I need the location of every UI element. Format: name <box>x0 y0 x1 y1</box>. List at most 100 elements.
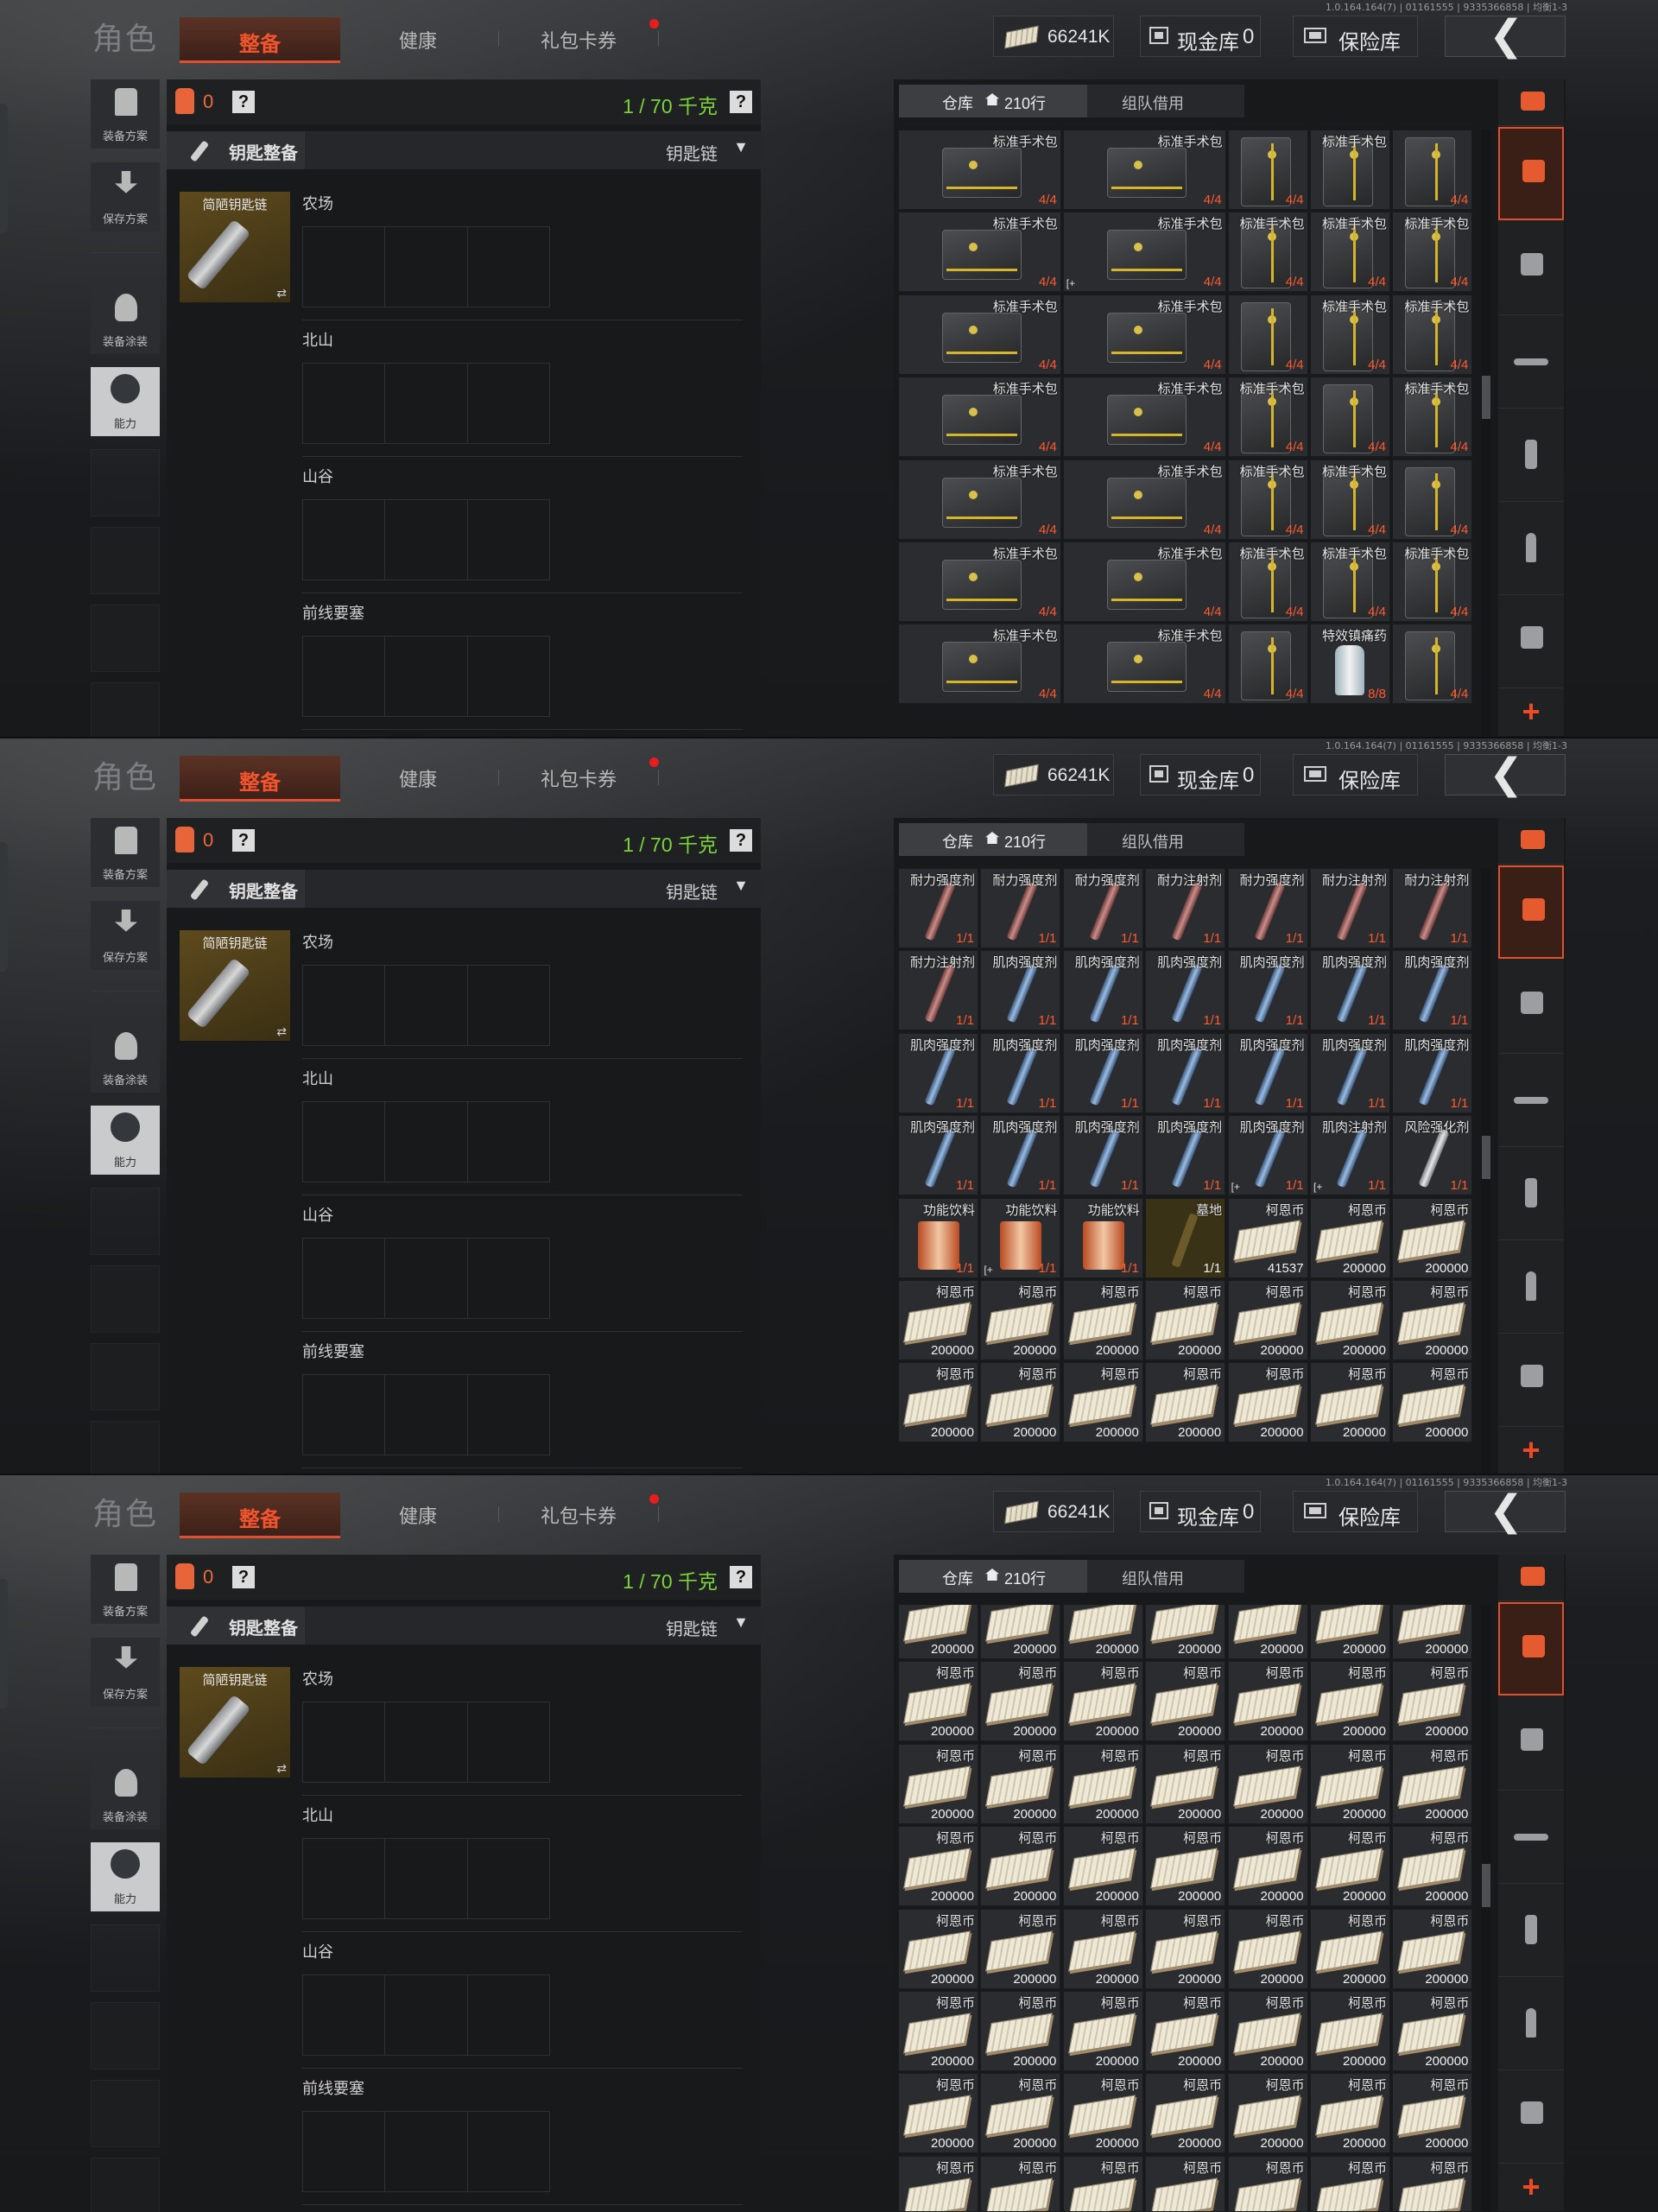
category-accessories[interactable] <box>1498 2070 1564 2164</box>
key-slot[interactable] <box>303 1839 386 1918</box>
tab-team-borrow[interactable]: 组队借用 <box>1122 830 1184 852</box>
inventory-item[interactable]: 柯恩币 200000 <box>1062 1826 1143 1907</box>
inventory-item[interactable]: 耐力强度剂 1/1 <box>898 868 978 948</box>
tab-team-borrow[interactable]: 组队借用 <box>1122 92 1184 114</box>
inventory-item[interactable]: 柯恩币 200000 <box>980 1826 1061 1907</box>
inventory-item[interactable]: 耐力强度剂 1/1 <box>1227 868 1308 948</box>
inventory-item[interactable]: 肌肉强度剂 1/1 <box>980 1115 1061 1196</box>
inventory-item[interactable]: 耐力注射剂 1/1 <box>1392 868 1473 948</box>
key-slot[interactable] <box>303 1702 386 1782</box>
inventory-item[interactable]: 柯恩币 200000 <box>1392 1362 1473 1443</box>
back-button[interactable]: ❮ <box>1445 750 1566 798</box>
inventory-item[interactable]: 标准手术包 4/4 <box>1062 459 1226 540</box>
category-magazines[interactable] <box>1498 409 1564 502</box>
inventory-item[interactable]: 柯恩币 200000 <box>1227 1743 1308 1824</box>
key-slot[interactable] <box>468 364 549 443</box>
inventory-item[interactable]: 柯恩币 200000 <box>1145 1280 1226 1360</box>
inventory-item[interactable]: 标准手术包 4/4 <box>1227 459 1308 540</box>
safe-button[interactable]: 保险库 <box>1293 16 1418 57</box>
equip-plan-button[interactable]: 装备方案 <box>91 818 160 887</box>
inventory-item[interactable]: 标准手术包 4/4 <box>1062 377 1226 458</box>
inventory-item[interactable]: 柯恩币 200000 <box>1145 1661 1226 1742</box>
inventory-item[interactable]: 4/4 <box>1227 624 1308 705</box>
key-slot[interactable] <box>468 1239 549 1318</box>
key-slot[interactable] <box>468 1375 549 1455</box>
inventory-item[interactable]: 柯恩币 200000 <box>980 1908 1061 1989</box>
weight-help-button[interactable]: ? <box>730 91 752 113</box>
equip-paint-button[interactable]: 装备涂装 <box>91 285 160 354</box>
key-slot[interactable] <box>303 500 386 580</box>
category-weapons[interactable] <box>1498 315 1564 409</box>
inventory-item[interactable]: 标准手术包 4/4 <box>1392 212 1473 293</box>
inventory-item[interactable]: 200000 <box>1145 1605 1226 1659</box>
inventory-item[interactable]: 200000 <box>980 1605 1061 1659</box>
keychain-slot[interactable]: 简陋钥匙链 ⇄ <box>180 1667 290 1778</box>
inventory-item[interactable]: 标准手术包 4/4 <box>1392 294 1473 375</box>
inventory-item[interactable]: 柯恩币 200000 <box>980 1362 1061 1443</box>
inventory-item[interactable]: 柯恩币 200000 <box>898 1280 978 1360</box>
save-plan-button[interactable]: 保存方案 <box>91 901 160 970</box>
inventory-item[interactable]: 柯恩币 200000 <box>980 2073 1061 2154</box>
inventory-item[interactable]: 标准手术包 4/4 <box>898 212 1061 293</box>
key-slot[interactable] <box>303 637 386 716</box>
inventory-item[interactable]: 柯恩币 200000 <box>1392 1197 1473 1278</box>
cash-vault-button[interactable]: 现金库 0 <box>1140 16 1261 57</box>
category-accessories[interactable] <box>1498 595 1564 688</box>
edge-tab[interactable] <box>0 1579 8 1708</box>
inventory-item[interactable]: 功能饮料 1/1 <box>1062 1197 1143 1278</box>
inventory-item[interactable]: 耐力注射剂 1/1 <box>1145 868 1226 948</box>
inventory-item[interactable]: 柯恩币 <box>1227 2155 1308 2211</box>
key-slot[interactable] <box>303 227 386 307</box>
inventory-item[interactable]: 柯恩币 200000 <box>1310 1661 1390 1742</box>
key-slot[interactable] <box>385 1375 468 1455</box>
inventory-item[interactable]: 标准手术包 4/4 <box>1310 294 1390 375</box>
inventory-item[interactable]: 肌肉强度剂 1/1 <box>1145 950 1226 1031</box>
inventory-item[interactable]: 功能饮料 1/1 [+ <box>980 1197 1061 1278</box>
inventory-item[interactable]: 200000 <box>1227 1605 1308 1659</box>
scrollbar-thumb[interactable] <box>1482 1136 1490 1179</box>
scrollbar-thumb[interactable] <box>1482 376 1490 419</box>
equip-paint-button[interactable]: 装备涂装 <box>91 1760 160 1829</box>
inventory-item[interactable]: 标准手术包 4/4 <box>1062 624 1226 705</box>
inventory-item[interactable]: 柯恩币 200000 <box>1392 1908 1473 1989</box>
key-slot[interactable] <box>385 637 468 716</box>
inventory-item[interactable]: 标准手术包 4/4 <box>1227 377 1308 458</box>
inventory-item[interactable]: 4/4 <box>1392 130 1473 210</box>
inventory-item[interactable]: 标准手术包 4/4 <box>898 459 1061 540</box>
inventory-item[interactable]: 特效镇痛药 8/8 <box>1310 624 1390 705</box>
inventory-item[interactable]: 柯恩币 200000 <box>898 1908 978 1989</box>
inventory-item[interactable]: 柯恩币 200000 <box>1227 1661 1308 1742</box>
category-all[interactable] <box>1498 865 1564 959</box>
inventory-item[interactable]: 柯恩币 200000 <box>1062 1280 1143 1360</box>
inventory-item[interactable]: 柯恩币 200000 <box>1145 1362 1226 1443</box>
category-weapons[interactable] <box>1498 1791 1564 1884</box>
safe-button[interactable]: 保险库 <box>1293 1491 1418 1532</box>
inventory-item[interactable]: 标准手术包 4/4 <box>1392 542 1473 622</box>
inventory-item[interactable]: 标准手术包 4/4 <box>1310 212 1390 293</box>
inventory-item[interactable]: 柯恩币 200000 <box>1145 1991 1226 2071</box>
inventory-item[interactable]: 肌肉强度剂 1/1 <box>980 950 1061 1031</box>
inventory-item[interactable]: 标准手术包 4/4 <box>1062 294 1226 375</box>
inventory-item[interactable]: 柯恩币 200000 <box>898 2073 978 2154</box>
inventory-item[interactable]: 柯恩币 200000 <box>1392 1661 1473 1742</box>
inventory-item[interactable]: 肌肉强度剂 1/1 <box>1062 1032 1143 1113</box>
inventory-item[interactable]: 柯恩币 200000 <box>1310 1743 1390 1824</box>
inventory-item[interactable]: 标准手术包 4/4 <box>898 377 1061 458</box>
inventory-item[interactable]: 柯恩币 <box>1392 2155 1473 2211</box>
key-slot[interactable] <box>385 500 468 580</box>
edge-tab[interactable] <box>0 104 8 233</box>
key-slot[interactable] <box>385 1839 468 1918</box>
inventory-item[interactable]: 柯恩币 200000 <box>1062 1908 1143 1989</box>
tab-warehouse[interactable]: 仓库 210行 <box>899 1560 1087 1593</box>
key-slot[interactable] <box>385 1239 468 1318</box>
inventory-item[interactable]: 标准手术包 4/4 <box>1310 459 1390 540</box>
category-all[interactable] <box>1498 1602 1564 1695</box>
inventory-item[interactable]: 柯恩币 200000 <box>1392 2073 1473 2154</box>
inventory-item[interactable]: 柯恩币 200000 <box>1310 2073 1390 2154</box>
tab-warehouse[interactable]: 仓库 210行 <box>899 85 1087 117</box>
inventory-item[interactable]: 柯恩币 200000 <box>898 1743 978 1824</box>
category-ammo[interactable] <box>1498 502 1564 595</box>
inventory-item[interactable]: 肌肉强度剂 1/1 <box>898 1115 978 1196</box>
swap-icon[interactable]: ⇄ <box>276 1024 287 1039</box>
inventory-item[interactable]: 肌肉强度剂 1/1 <box>1145 1115 1226 1196</box>
